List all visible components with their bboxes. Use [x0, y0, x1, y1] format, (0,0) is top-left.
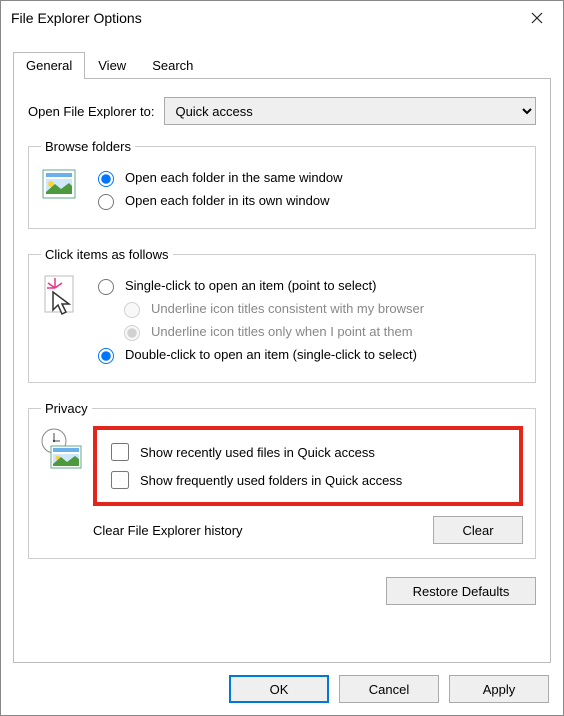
privacy-legend: Privacy	[41, 401, 92, 416]
tab-content-general: Open File Explorer to: Quick access Brow…	[13, 79, 551, 663]
check-recent-files-label: Show recently used files in Quick access	[140, 445, 375, 460]
click-items-icon	[41, 274, 81, 314]
radio-same-window[interactable]: Open each folder in the same window	[93, 168, 523, 187]
clear-history-label: Clear File Explorer history	[93, 523, 413, 538]
apply-button[interactable]: Apply	[449, 675, 549, 703]
radio-double-click-input[interactable]	[98, 348, 114, 364]
open-explorer-to-row: Open File Explorer to: Quick access	[28, 97, 536, 125]
radio-single-click-label: Single-click to open an item (point to s…	[125, 278, 376, 293]
file-explorer-options-dialog: File Explorer Options General View Searc…	[0, 0, 564, 716]
click-items-legend: Click items as follows	[41, 247, 173, 262]
dialog-button-row: OK Cancel Apply	[1, 663, 563, 715]
close-icon	[531, 12, 543, 24]
clear-button[interactable]: Clear	[433, 516, 523, 544]
tab-general[interactable]: General	[13, 52, 85, 79]
check-recent-files-input[interactable]	[111, 443, 129, 461]
privacy-group: Privacy Show recently used files in Quic…	[28, 401, 536, 559]
clear-history-row: Clear File Explorer history Clear	[93, 516, 523, 544]
ok-button[interactable]: OK	[229, 675, 329, 703]
radio-same-window-input[interactable]	[98, 171, 114, 187]
open-explorer-to-select[interactable]: Quick access	[164, 97, 536, 125]
radio-underline-browser-label: Underline icon titles consistent with my…	[151, 301, 424, 316]
radio-underline-browser-input	[124, 302, 140, 318]
title-bar: File Explorer Options	[1, 1, 563, 35]
radio-own-window[interactable]: Open each folder in its own window	[93, 191, 523, 210]
radio-single-click[interactable]: Single-click to open an item (point to s…	[93, 276, 523, 295]
tabs-area: General View Search	[1, 35, 563, 79]
radio-own-window-label: Open each folder in its own window	[125, 193, 330, 208]
close-button[interactable]	[515, 3, 559, 33]
browse-folders-group: Browse folders Open each folder in the s…	[28, 139, 536, 229]
check-frequent-folders-label: Show frequently used folders in Quick ac…	[140, 473, 402, 488]
browse-folders-legend: Browse folders	[41, 139, 135, 154]
radio-double-click[interactable]: Double-click to open an item (single-cli…	[93, 345, 523, 364]
tab-row: General View Search	[13, 51, 551, 79]
browse-folders-icon	[41, 166, 81, 206]
tab-search[interactable]: Search	[139, 52, 206, 79]
radio-underline-point: Underline icon titles only when I point …	[119, 322, 523, 341]
radio-double-click-label: Double-click to open an item (single-cli…	[125, 347, 417, 362]
radio-underline-browser: Underline icon titles consistent with my…	[119, 299, 523, 318]
privacy-highlight-box: Show recently used files in Quick access…	[93, 426, 523, 506]
restore-defaults-row: Restore Defaults	[28, 577, 536, 605]
click-items-group: Click items as follows Single-click to o…	[28, 247, 536, 383]
window-title: File Explorer Options	[11, 10, 515, 26]
restore-defaults-button[interactable]: Restore Defaults	[386, 577, 536, 605]
open-explorer-to-label: Open File Explorer to:	[28, 104, 154, 119]
radio-underline-point-label: Underline icon titles only when I point …	[151, 324, 413, 339]
tab-view[interactable]: View	[85, 52, 139, 79]
radio-single-click-input[interactable]	[98, 279, 114, 295]
radio-underline-point-input	[124, 325, 140, 341]
check-frequent-folders-input[interactable]	[111, 471, 129, 489]
radio-same-window-label: Open each folder in the same window	[125, 170, 343, 185]
radio-own-window-input[interactable]	[98, 194, 114, 210]
check-recent-files[interactable]: Show recently used files in Quick access	[107, 440, 509, 464]
privacy-icon	[41, 428, 81, 468]
check-frequent-folders[interactable]: Show frequently used folders in Quick ac…	[107, 468, 509, 492]
cancel-button[interactable]: Cancel	[339, 675, 439, 703]
